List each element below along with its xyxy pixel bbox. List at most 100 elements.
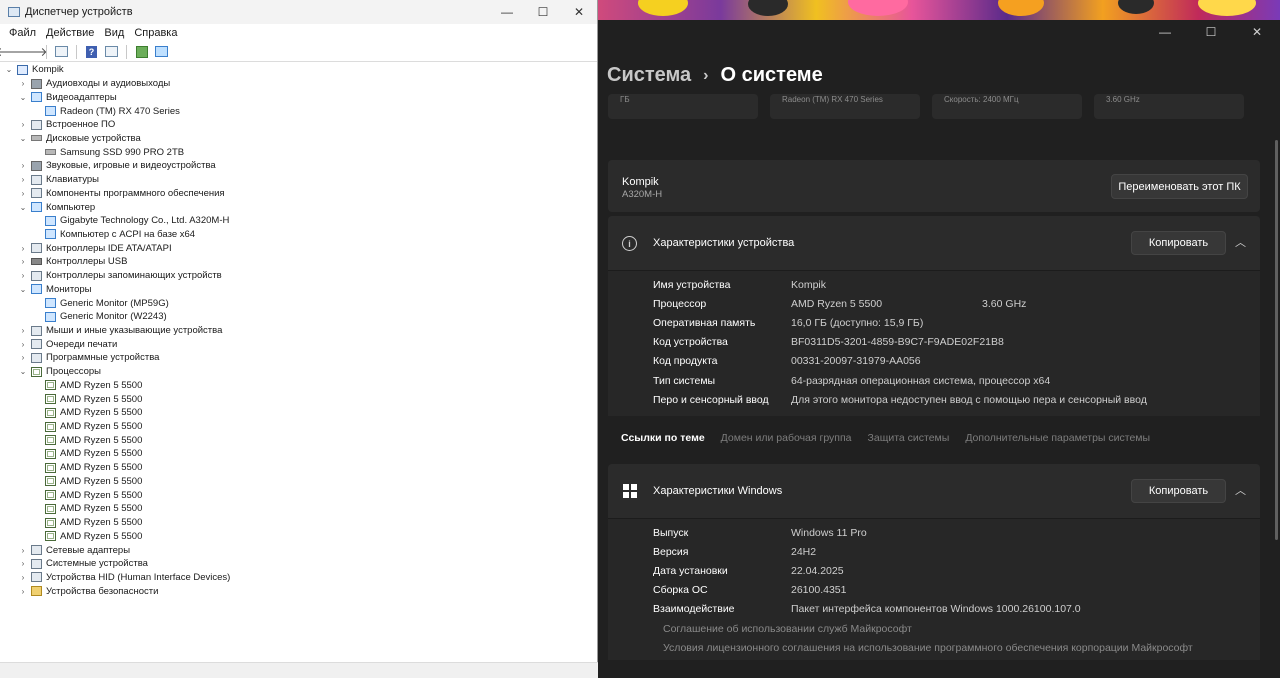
spec-value[interactable]: 00331-20097-31979-AA056: [791, 355, 921, 367]
link-advanced-system-settings[interactable]: Дополнительные параметры системы: [965, 432, 1150, 444]
link-services-agreement[interactable]: Соглашение об использовании служб Майкро…: [663, 623, 912, 635]
device-item[interactable]: AMD Ryzen 5 5500: [0, 447, 598, 461]
chevron-down-icon[interactable]: ⌄: [4, 65, 14, 74]
menu-view[interactable]: Вид: [99, 27, 129, 39]
device-category[interactable]: ⌄ Компьютер: [0, 200, 598, 214]
device-item[interactable]: AMD Ryzen 5 5500: [0, 475, 598, 489]
device-category[interactable]: › Звуковые, игровые и видеоустройства: [0, 159, 598, 173]
rename-pc-button[interactable]: Переименовать этот ПК: [1111, 174, 1248, 199]
grid-view-icon[interactable]: [104, 45, 119, 59]
device-category[interactable]: › Мыши и иные указывающие устройства: [0, 324, 598, 338]
device-category[interactable]: › Клавиатуры: [0, 173, 598, 187]
spec-value[interactable]: Kompik: [791, 279, 826, 291]
menu-help[interactable]: Справка: [129, 27, 182, 39]
spec-value[interactable]: AMD Ryzen 5 5500: [791, 298, 882, 310]
device-category[interactable]: ⌄ Видеоадаптеры: [0, 90, 598, 104]
device-item[interactable]: AMD Ryzen 5 5500: [0, 406, 598, 420]
device-category[interactable]: › Системные устройства: [0, 557, 598, 571]
device-category[interactable]: ⌄ Мониторы: [0, 283, 598, 297]
chevron-right-icon[interactable]: ›: [18, 271, 28, 280]
update-driver-icon[interactable]: [134, 45, 149, 59]
device-item[interactable]: Компьютер с ACPI на базе x64: [0, 228, 598, 242]
horizontal-scrollbar[interactable]: [0, 662, 598, 678]
chevron-right-icon[interactable]: ›: [18, 257, 28, 266]
menu-file[interactable]: Файл: [4, 27, 41, 39]
chevron-down-icon[interactable]: ⌄: [18, 285, 28, 294]
copy-windows-specs-button[interactable]: Копировать: [1131, 479, 1226, 503]
maximize-icon[interactable]: ☐: [525, 0, 561, 24]
chevron-right-icon[interactable]: ›: [18, 189, 28, 198]
link-system-protection[interactable]: Защита системы: [868, 432, 950, 444]
device-category[interactable]: › Программные устройства: [0, 351, 598, 365]
chevron-up-icon[interactable]: ︿: [1235, 234, 1246, 250]
spec-value[interactable]: Пакет интерфейса компонентов Windows 100…: [791, 603, 1081, 615]
device-item[interactable]: AMD Ryzen 5 5500: [0, 529, 598, 543]
device-item[interactable]: Radeon (TM) RX 470 Series: [0, 104, 598, 118]
device-category[interactable]: ⌄ Процессоры: [0, 365, 598, 379]
chevron-right-icon[interactable]: ›: [18, 546, 28, 555]
chevron-up-icon[interactable]: ︿: [1235, 482, 1246, 498]
device-item[interactable]: AMD Ryzen 5 5500: [0, 461, 598, 475]
device-item[interactable]: AMD Ryzen 5 5500: [0, 502, 598, 516]
chevron-down-icon[interactable]: ⌄: [18, 134, 28, 143]
menu-action[interactable]: Действие: [41, 27, 99, 39]
device-category[interactable]: › Аудиовходы и аудиовыходы: [0, 77, 598, 91]
device-specs-header[interactable]: i Характеристики устройства Копировать ︿: [608, 216, 1260, 270]
spec-value[interactable]: Для этого монитора недоступен ввод с пом…: [791, 394, 1147, 406]
link-domain-workgroup[interactable]: Домен или рабочая группа: [721, 432, 852, 444]
chevron-right-icon[interactable]: ›: [18, 244, 28, 253]
help-icon[interactable]: ?: [84, 45, 99, 59]
forward-arrow-icon[interactable]: 🡒: [15, 45, 47, 59]
chevron-right-icon[interactable]: ›: [18, 326, 28, 335]
device-category[interactable]: › Устройства HID (Human Interface Devices…: [0, 571, 598, 585]
device-category[interactable]: › Сетевые адаптеры: [0, 543, 598, 557]
windows-specs-header[interactable]: Характеристики Windows Копировать ︿: [608, 464, 1260, 518]
maximize-icon[interactable]: ☐: [1188, 20, 1234, 44]
properties-view-icon[interactable]: [54, 45, 69, 59]
device-category[interactable]: › Контроллеры запоминающих устройств: [0, 269, 598, 283]
device-item[interactable]: AMD Ryzen 5 5500: [0, 516, 598, 530]
device-item[interactable]: Samsung SSD 990 PRO 2TB: [0, 145, 598, 159]
minimize-icon[interactable]: —: [489, 0, 525, 24]
link-license-terms[interactable]: Условия лицензионного соглашения на испо…: [663, 642, 1193, 654]
spec-value[interactable]: 16,0 ГБ (доступно: 15,9 ГБ): [791, 317, 923, 329]
chevron-down-icon[interactable]: ⌄: [18, 367, 28, 376]
chevron-right-icon[interactable]: ›: [18, 340, 28, 349]
device-item[interactable]: AMD Ryzen 5 5500: [0, 433, 598, 447]
chevron-right-icon[interactable]: ›: [18, 587, 28, 596]
chevron-right-icon[interactable]: ›: [18, 353, 28, 362]
chevron-right-icon[interactable]: ›: [18, 120, 28, 129]
device-category[interactable]: › Очереди печати: [0, 337, 598, 351]
device-category[interactable]: › Устройства безопасности: [0, 584, 598, 598]
device-category[interactable]: › Компоненты программного обеспечения: [0, 186, 598, 200]
spec-value[interactable]: BF0311D5-3201-4859-B9C7-F9ADE02F21B8: [791, 336, 1004, 348]
spec-value[interactable]: 26100.4351: [791, 584, 846, 596]
chevron-right-icon[interactable]: ›: [18, 175, 28, 184]
device-category[interactable]: ⌄ Дисковые устройства: [0, 132, 598, 146]
chevron-right-icon[interactable]: ›: [18, 161, 28, 170]
spec-value[interactable]: 24H2: [791, 546, 816, 558]
scan-hardware-monitor-icon[interactable]: [154, 45, 169, 59]
close-icon[interactable]: ✕: [1234, 20, 1280, 44]
device-item[interactable]: AMD Ryzen 5 5500: [0, 392, 598, 406]
device-category[interactable]: › Контроллеры USB: [0, 255, 598, 269]
tree-root[interactable]: ⌄ Kompik: [0, 63, 598, 77]
device-item[interactable]: AMD Ryzen 5 5500: [0, 379, 598, 393]
chevron-down-icon[interactable]: ⌄: [18, 93, 28, 102]
spec-value[interactable]: 22.04.2025: [791, 565, 844, 577]
device-category[interactable]: › Контроллеры IDE ATA/ATAPI: [0, 241, 598, 255]
spec-value[interactable]: 64-разрядная операционная система, проце…: [791, 375, 1050, 387]
device-item[interactable]: Gigabyte Technology Co., Ltd. A320M-H: [0, 214, 598, 228]
device-item[interactable]: Generic Monitor (MP59G): [0, 296, 598, 310]
close-icon[interactable]: ✕: [561, 0, 597, 24]
copy-device-specs-button[interactable]: Копировать: [1131, 231, 1226, 255]
breadcrumb-system[interactable]: Система: [607, 64, 691, 87]
device-item[interactable]: Generic Monitor (W2243): [0, 310, 598, 324]
device-item[interactable]: AMD Ryzen 5 5500: [0, 488, 598, 502]
spec-value[interactable]: Windows 11 Pro: [791, 527, 867, 539]
minimize-icon[interactable]: —: [1142, 20, 1188, 44]
chevron-right-icon[interactable]: ›: [18, 559, 28, 568]
device-category[interactable]: › Встроенное ПО: [0, 118, 598, 132]
chevron-right-icon[interactable]: ›: [18, 79, 28, 88]
chevron-right-icon[interactable]: ›: [18, 573, 28, 582]
